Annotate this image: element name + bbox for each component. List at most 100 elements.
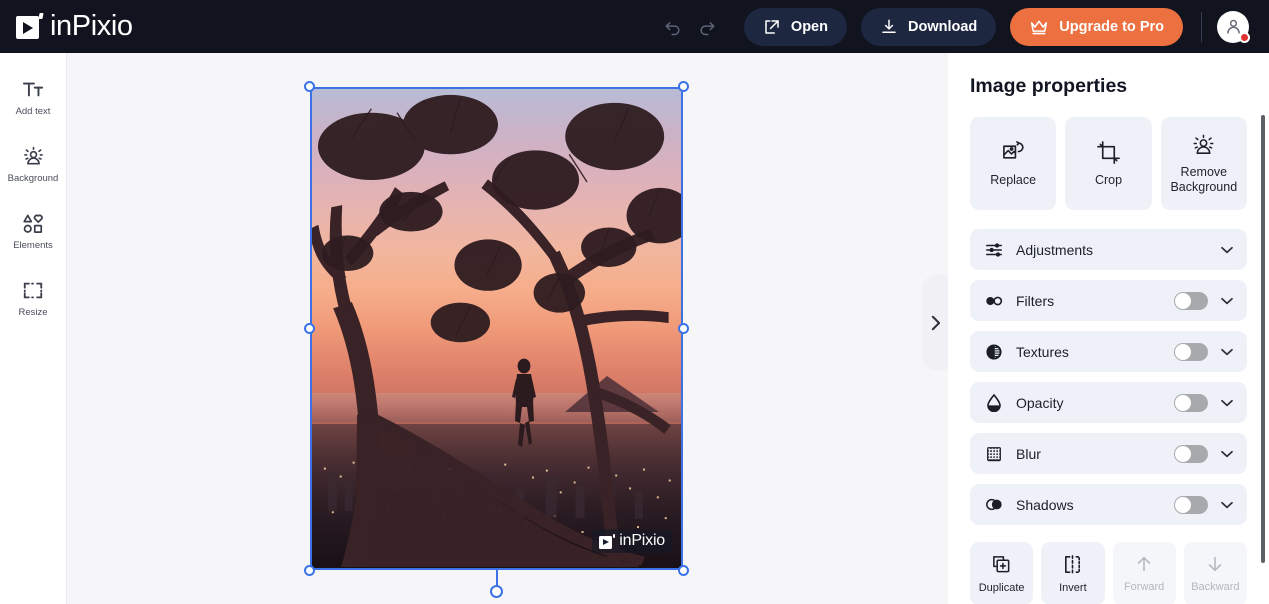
image-properties-panel: Image properties Replace Crop Remove Bac… [948, 53, 1269, 604]
property-row-adjustments[interactable]: Adjustments [970, 229, 1247, 270]
undo-button[interactable] [656, 10, 690, 44]
open-button-label: Open [790, 18, 828, 35]
property-label: Adjustments [1016, 241, 1094, 258]
arrange-label: Duplicate [978, 581, 1025, 594]
shadows-overlap-icon [984, 497, 1004, 512]
download-arrow-icon [882, 19, 896, 33]
chevron-down-icon[interactable] [1220, 501, 1233, 509]
app-logo-text: inPixio [50, 10, 133, 42]
background-remove-icon [22, 145, 45, 167]
resize-handle-bottom-right[interactable] [678, 565, 689, 576]
remove-background-button[interactable]: Remove Background [1160, 117, 1247, 210]
opacity-toggle[interactable] [1174, 393, 1208, 412]
open-button[interactable]: Open [743, 7, 847, 46]
arrow-up-icon [1137, 556, 1151, 572]
background-remove-icon [1193, 134, 1214, 155]
download-button[interactable]: Download [860, 7, 997, 46]
page-title: Image properties [970, 75, 1128, 97]
chevron-down-icon[interactable] [1220, 348, 1233, 356]
chevron-down-icon[interactable] [1220, 297, 1233, 305]
blur-grid-icon [984, 445, 1004, 463]
duplicate-button[interactable]: Duplicate [970, 542, 1034, 604]
inpixio-play-logo-icon [599, 533, 616, 549]
redo-arrow-icon [700, 21, 715, 35]
sidebar-item-background[interactable]: Background [0, 145, 66, 184]
sliders-icon [984, 241, 1004, 259]
image-replace-icon [1002, 140, 1024, 159]
sidebar-item-resize[interactable]: Resize [0, 279, 66, 318]
inpixio-editor-window: inPixio Open Download Upgrade to Pro Add… [0, 0, 1269, 604]
sidebar-item-label: Background [7, 173, 59, 184]
avatar[interactable] [1217, 10, 1250, 43]
toggle-knob [1175, 343, 1191, 360]
toolbar-divider [1201, 11, 1202, 42]
undo-arrow-icon [665, 21, 680, 35]
resize-crop-icon [22, 279, 44, 301]
left-tool-rail: Add text Background Elements Resize [0, 53, 67, 604]
arrange-label: Forward [1123, 581, 1165, 593]
replace-button[interactable]: Replace [970, 117, 1057, 210]
app-logo[interactable]: inPixio [16, 10, 133, 43]
property-row-blur[interactable]: Blur [970, 433, 1247, 474]
arrange-label: Backward [1191, 581, 1240, 593]
resize-handle-top-left[interactable] [304, 81, 315, 92]
backward-button[interactable]: Backward [1183, 542, 1247, 604]
arrange-label: Invert [1059, 581, 1087, 594]
toggle-knob [1175, 445, 1191, 462]
inpixio-play-logo-icon [16, 13, 44, 40]
tool-label: Remove Background [1170, 165, 1238, 194]
sidebar-item-label: Add text [15, 106, 51, 117]
redo-button[interactable] [690, 10, 724, 44]
tool-label: Crop [1094, 172, 1123, 187]
rotate-handle[interactable] [490, 585, 503, 598]
crown-icon [1031, 19, 1048, 34]
tree-silhouette [312, 94, 681, 567]
chevron-down-icon[interactable] [1220, 399, 1233, 407]
shapes-elements-icon [22, 212, 45, 234]
crop-button[interactable]: Crop [1065, 117, 1152, 210]
chevron-right-icon [931, 315, 940, 330]
inpixio-watermark: inPixio [592, 529, 672, 553]
person-silhouette [511, 358, 536, 448]
resize-handle-middle-left[interactable] [304, 322, 315, 334]
upgrade-to-pro-button[interactable]: Upgrade to Pro [1010, 7, 1183, 46]
property-label: Textures [1016, 343, 1069, 360]
property-rows: Adjustments Filters Textures Opacity Blu… [970, 229, 1247, 525]
panel-collapse-tab[interactable] [922, 275, 948, 370]
texture-half-circle-icon [984, 343, 1004, 361]
watermark-text: inPixio [619, 532, 665, 549]
chevron-down-icon[interactable] [1220, 246, 1233, 254]
invert-flip-icon [1065, 554, 1081, 574]
property-label: Blur [1016, 445, 1041, 462]
image-preview[interactable]: inPixio [310, 87, 683, 570]
toggle-knob [1175, 394, 1191, 411]
chevron-down-icon[interactable] [1220, 450, 1233, 458]
property-row-opacity[interactable]: Opacity [970, 382, 1247, 423]
upgrade-button-label: Upgrade to Pro [1059, 18, 1164, 35]
resize-handle-middle-right[interactable] [678, 322, 689, 334]
textures-toggle[interactable] [1174, 342, 1208, 361]
shadows-toggle[interactable] [1174, 495, 1208, 514]
panel-scrollbar[interactable] [1261, 115, 1265, 563]
invert-button[interactable]: Invert [1041, 542, 1105, 604]
selected-image-object[interactable]: inPixio [304, 81, 689, 598]
editor-canvas[interactable]: inPixio [67, 53, 948, 604]
property-row-filters[interactable]: Filters [970, 280, 1247, 321]
image-tool-row: Replace Crop Remove Background [970, 117, 1247, 210]
notification-dot-icon [1239, 31, 1250, 43]
property-row-shadows[interactable]: Shadows [970, 484, 1247, 525]
external-link-icon [765, 19, 779, 34]
arrange-tool-row: Duplicate Invert Forward Backward [970, 542, 1247, 604]
sidebar-item-add-text[interactable]: Add text [0, 78, 66, 117]
sidebar-item-elements[interactable]: Elements [0, 212, 66, 251]
property-label: Filters [1016, 292, 1055, 309]
resize-handle-bottom-left[interactable] [304, 565, 315, 576]
blur-toggle[interactable] [1174, 444, 1208, 463]
filters-toggle[interactable] [1174, 291, 1208, 310]
forward-button[interactable]: Forward [1112, 542, 1176, 604]
property-row-textures[interactable]: Textures [970, 331, 1247, 372]
duplicate-icon [993, 555, 1010, 572]
top-toolbar: inPixio Open Download Upgrade to Pro [0, 0, 1269, 53]
property-label: Opacity [1016, 394, 1064, 411]
resize-handle-top-right[interactable] [678, 81, 689, 92]
